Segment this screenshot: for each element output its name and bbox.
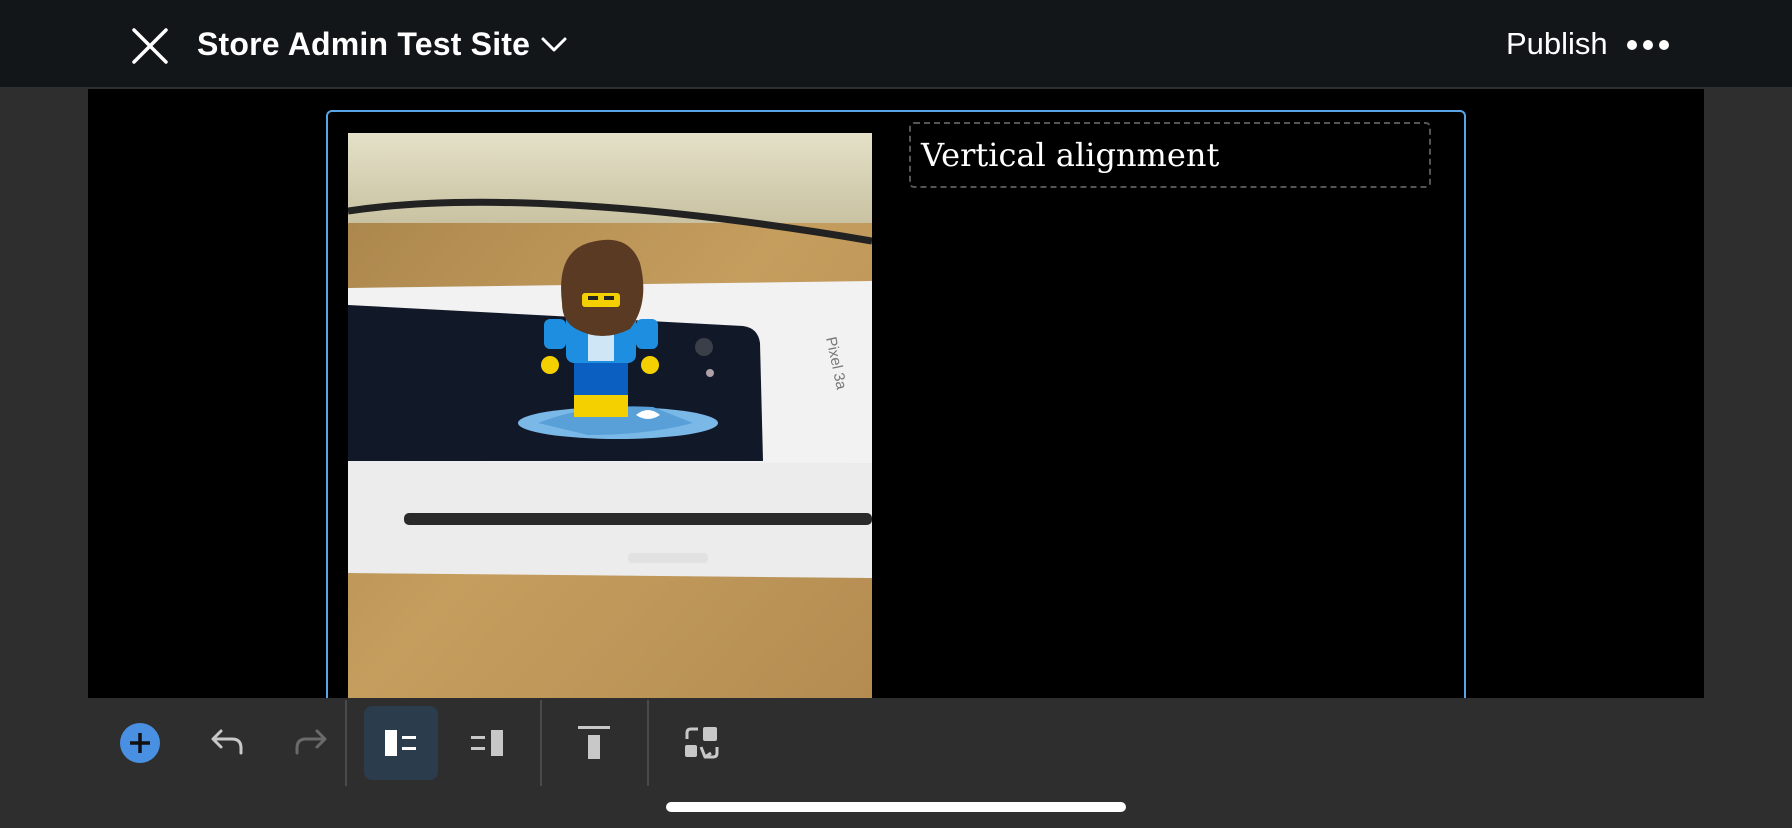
- media-image[interactable]: Pixel 3a: [348, 133, 872, 698]
- undo-button[interactable]: [189, 706, 263, 780]
- replace-button[interactable]: [665, 706, 739, 780]
- close-icon: [132, 28, 168, 64]
- chevron-down-icon: [541, 37, 567, 52]
- more-horizontal-icon: [1627, 40, 1669, 50]
- media-right-button[interactable]: [450, 706, 524, 780]
- heading-text-field[interactable]: Vertical alignment: [909, 122, 1431, 188]
- toolbar-divider: [540, 700, 542, 786]
- replace-icon: [685, 727, 719, 759]
- site-title: Store Admin Test Site: [197, 25, 531, 62]
- media-right-icon: [471, 730, 503, 756]
- add-block-button[interactable]: [103, 706, 177, 780]
- toolbar-divider: [647, 700, 649, 786]
- align-top-icon: [578, 726, 610, 759]
- editor-header: Store Admin Test Site Publish: [0, 0, 1792, 88]
- media-left-icon: [385, 730, 416, 756]
- align-top-button[interactable]: [557, 706, 631, 780]
- redo-icon: [295, 729, 327, 755]
- more-button[interactable]: [1626, 30, 1670, 60]
- block-toolbar: [88, 698, 1704, 788]
- editor-canvas: Pixel 3a Vertical alignment: [88, 89, 1704, 698]
- redo-button[interactable]: [275, 706, 349, 780]
- plus-circle-icon: [120, 723, 160, 763]
- close-button[interactable]: [128, 24, 172, 68]
- site-title-dropdown[interactable]: Store Admin Test Site: [197, 24, 568, 64]
- toolbar-divider: [345, 700, 347, 786]
- home-indicator: [666, 802, 1126, 812]
- undo-icon: [211, 729, 243, 755]
- publish-button[interactable]: Publish: [1506, 26, 1608, 62]
- media-left-button[interactable]: [364, 706, 438, 780]
- lego-figure-surfboard-photo: Pixel 3a: [348, 133, 872, 698]
